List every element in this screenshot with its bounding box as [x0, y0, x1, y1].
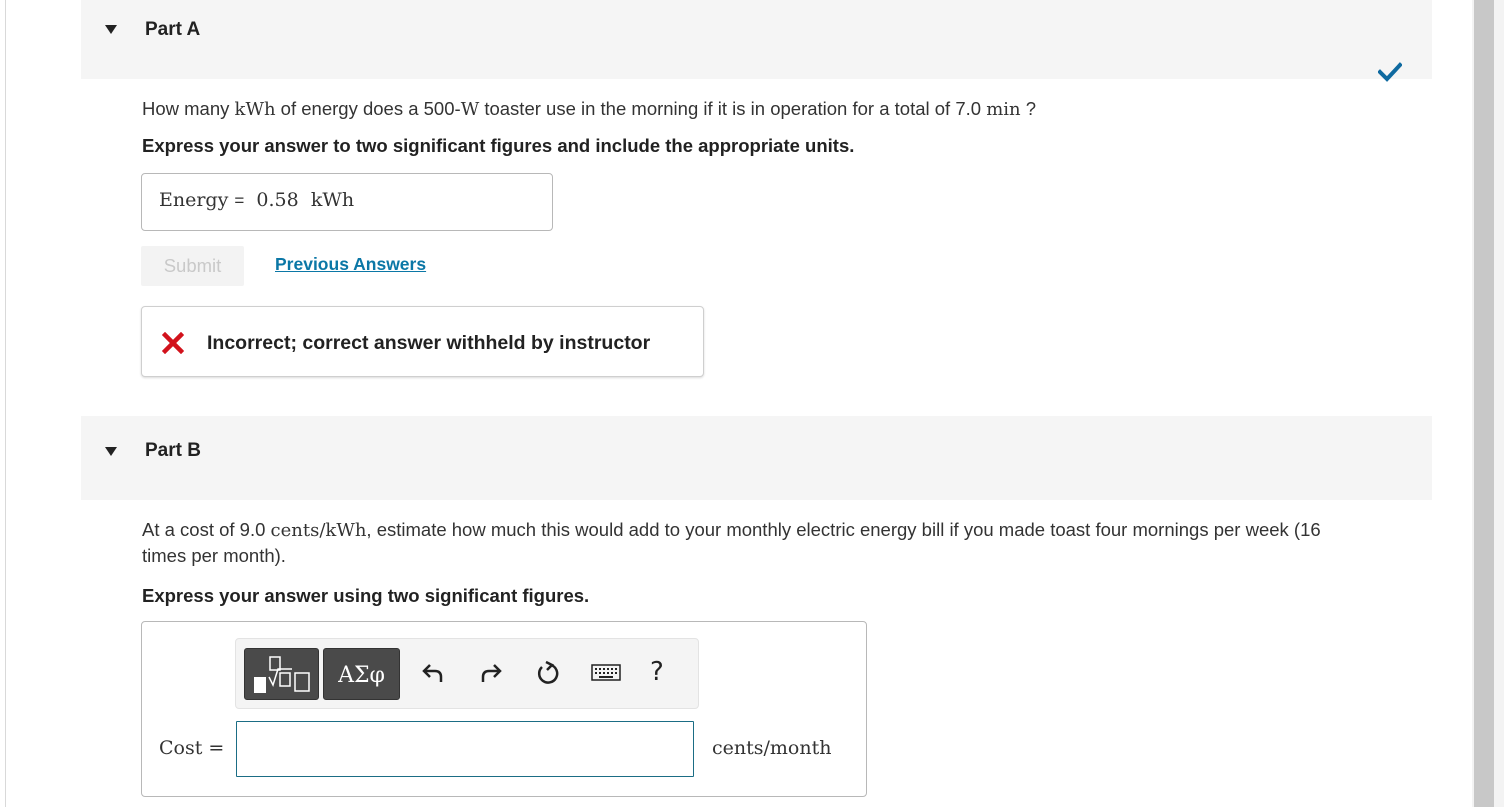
cost-label: Cost = — [159, 737, 225, 759]
previous-answers-link[interactable]: Previous Answers — [275, 254, 426, 275]
part-a-title: Part A — [145, 19, 201, 40]
scrollbar-thumb[interactable] — [1474, 0, 1494, 807]
collapse-caret-icon[interactable] — [105, 447, 117, 456]
energy-answer-box: Energy = 0.58 kWh — [141, 173, 553, 231]
energy-label: Energy — [159, 189, 229, 211]
cost-input[interactable] — [236, 721, 694, 777]
cost-answer-panel: ΑΣφ ? Cost = cents/month — [141, 621, 867, 797]
keyboard-icon[interactable] — [590, 658, 622, 688]
feedback-message: Incorrect; correct answer withheld by in… — [207, 332, 651, 354]
energy-value: 0.58 — [256, 189, 299, 211]
part-b-instruction: Express your answer using two significan… — [142, 585, 590, 606]
math-toolbar: ΑΣφ ? — [235, 638, 699, 709]
part-b-title: Part B — [145, 440, 201, 461]
part-a-instruction: Express your answer to two significant f… — [142, 135, 855, 156]
x-icon — [162, 332, 184, 354]
part-a-header[interactable]: Part A — [81, 0, 1432, 79]
collapse-caret-icon[interactable] — [105, 25, 117, 34]
page-border — [5, 0, 6, 807]
part-a-question: How many kWh of energy does a 500-W toas… — [142, 98, 1037, 120]
feedback-box: Incorrect; correct answer withheld by in… — [141, 306, 704, 377]
check-icon — [1378, 62, 1402, 82]
energy-unit: kWh — [310, 189, 355, 211]
symbols-button[interactable]: ΑΣφ — [323, 648, 400, 700]
undo-icon[interactable] — [418, 658, 448, 688]
help-button[interactable]: ? — [650, 657, 664, 687]
templates-button[interactable] — [244, 648, 319, 700]
reset-icon[interactable] — [533, 658, 563, 688]
part-b-question: At a cost of 9.0 cents/kWh, estimate how… — [142, 519, 1321, 566]
part-b-header[interactable]: Part B — [81, 416, 1432, 500]
redo-icon[interactable] — [476, 658, 506, 688]
templates-icon — [254, 656, 310, 693]
cost-units: cents/month — [712, 737, 832, 759]
submit-button[interactable]: Submit — [141, 246, 244, 286]
